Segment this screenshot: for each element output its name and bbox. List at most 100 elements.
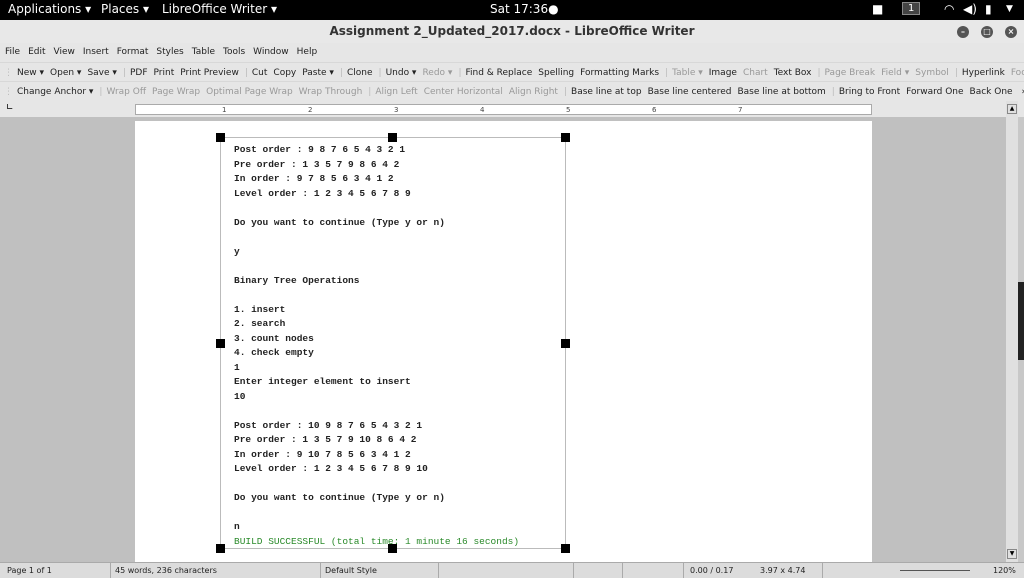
toolbar-button-center-horizontal[interactable]: Center Horizontal <box>424 87 503 97</box>
toolbar-button-align-right[interactable]: Align Right <box>509 87 558 97</box>
toolbar-button-page-break[interactable]: Page Break <box>825 68 876 78</box>
ruler-tick-label: 7 <box>738 106 743 114</box>
maximize-icon[interactable]: □ <box>981 26 993 38</box>
zoom-slider[interactable] <box>900 570 970 571</box>
word-count[interactable]: 45 words, 236 characters <box>115 563 217 578</box>
toolbar-button-wrap-off[interactable]: Wrap Off <box>106 87 146 97</box>
toolbar-button-redo[interactable]: Redo ▾ <box>422 68 452 78</box>
console-line: n <box>234 521 240 532</box>
page-count[interactable]: Page 1 of 1 <box>7 563 52 578</box>
toolbar-button-page-wrap[interactable]: Page Wrap <box>152 87 200 97</box>
document-area[interactable]: Post order : 9 8 7 6 5 4 3 2 1 Pre order … <box>0 117 1006 562</box>
tab-stop-icon[interactable]: ∟ <box>6 103 14 113</box>
battery-icon[interactable]: ▮ <box>985 2 992 16</box>
sidebar-handle[interactable] <box>1018 282 1024 360</box>
volume-icon[interactable]: ◀) <box>963 2 977 16</box>
menu-styles[interactable]: Styles <box>156 47 183 57</box>
workspace-indicator[interactable]: 1 <box>902 2 921 15</box>
toolbar-button-forward-one[interactable]: Forward One <box>906 87 963 97</box>
console-line: Pre order : 1 3 5 7 9 8 6 4 2 <box>234 158 400 170</box>
toolbar-button-base-line-at-top[interactable]: Base line at top <box>571 87 642 97</box>
toolbar-button-[interactable]: » <box>1019 87 1024 97</box>
toolbar-button-change-anchor[interactable]: Change Anchor ▾ <box>17 87 93 97</box>
toolbar-button-back-one[interactable]: Back One <box>970 87 1013 97</box>
zoom-level[interactable]: 120% <box>993 563 1016 578</box>
toolbar-button-paste[interactable]: Paste ▾ <box>302 68 334 78</box>
menu-format[interactable]: Format <box>117 47 149 57</box>
resize-handle[interactable] <box>216 133 225 142</box>
toolbar-button-save[interactable]: Save ▾ <box>87 68 116 78</box>
toolbar-button-new[interactable]: New ▾ <box>17 68 44 78</box>
applications-menu[interactable]: Applications ▾ <box>8 2 91 16</box>
minimize-icon[interactable]: – <box>957 26 969 38</box>
app-menu[interactable]: LibreOffice Writer ▾ <box>162 2 277 16</box>
toolbar-button-optimal-page-wrap[interactable]: Optimal Page Wrap <box>206 87 293 97</box>
toolbar-button-print-preview[interactable]: Print Preview <box>180 68 239 78</box>
console-line: 3. count nodes <box>234 332 314 344</box>
toolbar-button-field[interactable]: Field ▾ <box>881 68 909 78</box>
toolbar-button-base-line-centered[interactable]: Base line centered <box>648 87 732 97</box>
toolbar-button-open[interactable]: Open ▾ <box>50 68 81 78</box>
resize-handle[interactable] <box>216 339 225 348</box>
toolbar-separator: | <box>665 68 669 78</box>
menu-view[interactable]: View <box>54 47 75 57</box>
toolbar-button-spelling[interactable]: Spelling <box>538 68 574 78</box>
toolbar-button-table[interactable]: Table ▾ <box>672 68 703 78</box>
size-readout: 3.97 x 4.74 <box>760 566 806 575</box>
vertical-scrollbar[interactable]: ▲ ▼ <box>1006 101 1018 562</box>
toolbar-button-footnote[interactable]: Footnote <box>1011 68 1024 78</box>
clock[interactable]: Sat 17:36● <box>490 2 559 16</box>
position-readout: 0.00 / 0.17 <box>690 566 734 575</box>
toolbar-button-chart[interactable]: Chart <box>743 68 768 78</box>
toolbar-button-image[interactable]: Image <box>709 68 737 78</box>
toolbar-button-formatting-marks[interactable]: Formatting Marks <box>580 68 659 78</box>
wifi-icon[interactable]: ◠ <box>944 2 954 16</box>
toolbar-button-bring-to-front[interactable]: Bring to Front <box>839 87 900 97</box>
toolbar-separator: | <box>339 68 343 78</box>
toolbar-button-text-box[interactable]: Text Box <box>774 68 812 78</box>
menu-insert[interactable]: Insert <box>83 47 109 57</box>
window-titlebar: Assignment 2_Updated_2017.docx - LibreOf… <box>0 20 1024 43</box>
toolbar-button-pdf[interactable]: PDF <box>130 68 148 78</box>
toolbar-button-copy[interactable]: Copy <box>273 68 296 78</box>
close-icon[interactable]: × <box>1005 26 1017 38</box>
menu-table[interactable]: Table <box>192 47 215 57</box>
console-line: Level order : 1 2 3 4 5 6 7 8 9 <box>234 187 411 199</box>
toolbar-button-print[interactable]: Print <box>154 68 175 78</box>
menu-tools[interactable]: Tools <box>223 47 245 57</box>
toolbar-button-wrap-through[interactable]: Wrap Through <box>299 87 363 97</box>
menu-file[interactable]: File <box>5 47 20 57</box>
menu-help[interactable]: Help <box>297 47 318 57</box>
resize-handle[interactable] <box>216 544 225 553</box>
places-menu[interactable]: Places ▾ <box>101 2 149 16</box>
toolbar-grip[interactable]: ⋮ <box>4 68 13 78</box>
resize-handle[interactable] <box>561 544 570 553</box>
resize-handle[interactable] <box>561 339 570 348</box>
toolbar-button-symbol[interactable]: Symbol <box>915 68 949 78</box>
toolbar-button-undo[interactable]: Undo ▾ <box>386 68 417 78</box>
toolbar-separator: | <box>122 68 126 78</box>
horizontal-ruler[interactable]: ∟ 1 2 3 4 5 6 7 <box>0 101 1024 117</box>
ruler-bar[interactable]: 1 2 3 4 5 6 7 <box>135 104 872 115</box>
toolbar-button-clone[interactable]: Clone <box>347 68 373 78</box>
scroll-up-icon[interactable]: ▲ <box>1007 104 1017 114</box>
menu-edit[interactable]: Edit <box>28 47 45 57</box>
menu-window[interactable]: Window <box>253 47 289 57</box>
page-style[interactable]: Default Style <box>325 563 377 578</box>
toolbar-button-find-replace[interactable]: Find & Replace <box>465 68 532 78</box>
toolbar-grip[interactable]: ⋮ <box>4 87 13 97</box>
toolbar-button-cut[interactable]: Cut <box>252 68 268 78</box>
resize-handle[interactable] <box>388 133 397 142</box>
toolbar-button-align-left[interactable]: Align Left <box>375 87 417 97</box>
toolbar-separator: | <box>244 68 248 78</box>
system-top-bar: Applications ▾ Places ▾ LibreOffice Writ… <box>0 0 1024 20</box>
resize-handle[interactable] <box>561 133 570 142</box>
toolbar-button-hyperlink[interactable]: Hyperlink <box>962 68 1005 78</box>
toolbar-button-base-line-at-bottom[interactable]: Base line at bottom <box>737 87 825 97</box>
system-menu-chevron-icon[interactable]: ▼ <box>1006 4 1013 14</box>
scroll-down-icon[interactable]: ▼ <box>1007 549 1017 559</box>
frame-toolbar: ⋮ Change Anchor ▾ | Wrap Off Page Wrap Optima… <box>0 81 1024 101</box>
